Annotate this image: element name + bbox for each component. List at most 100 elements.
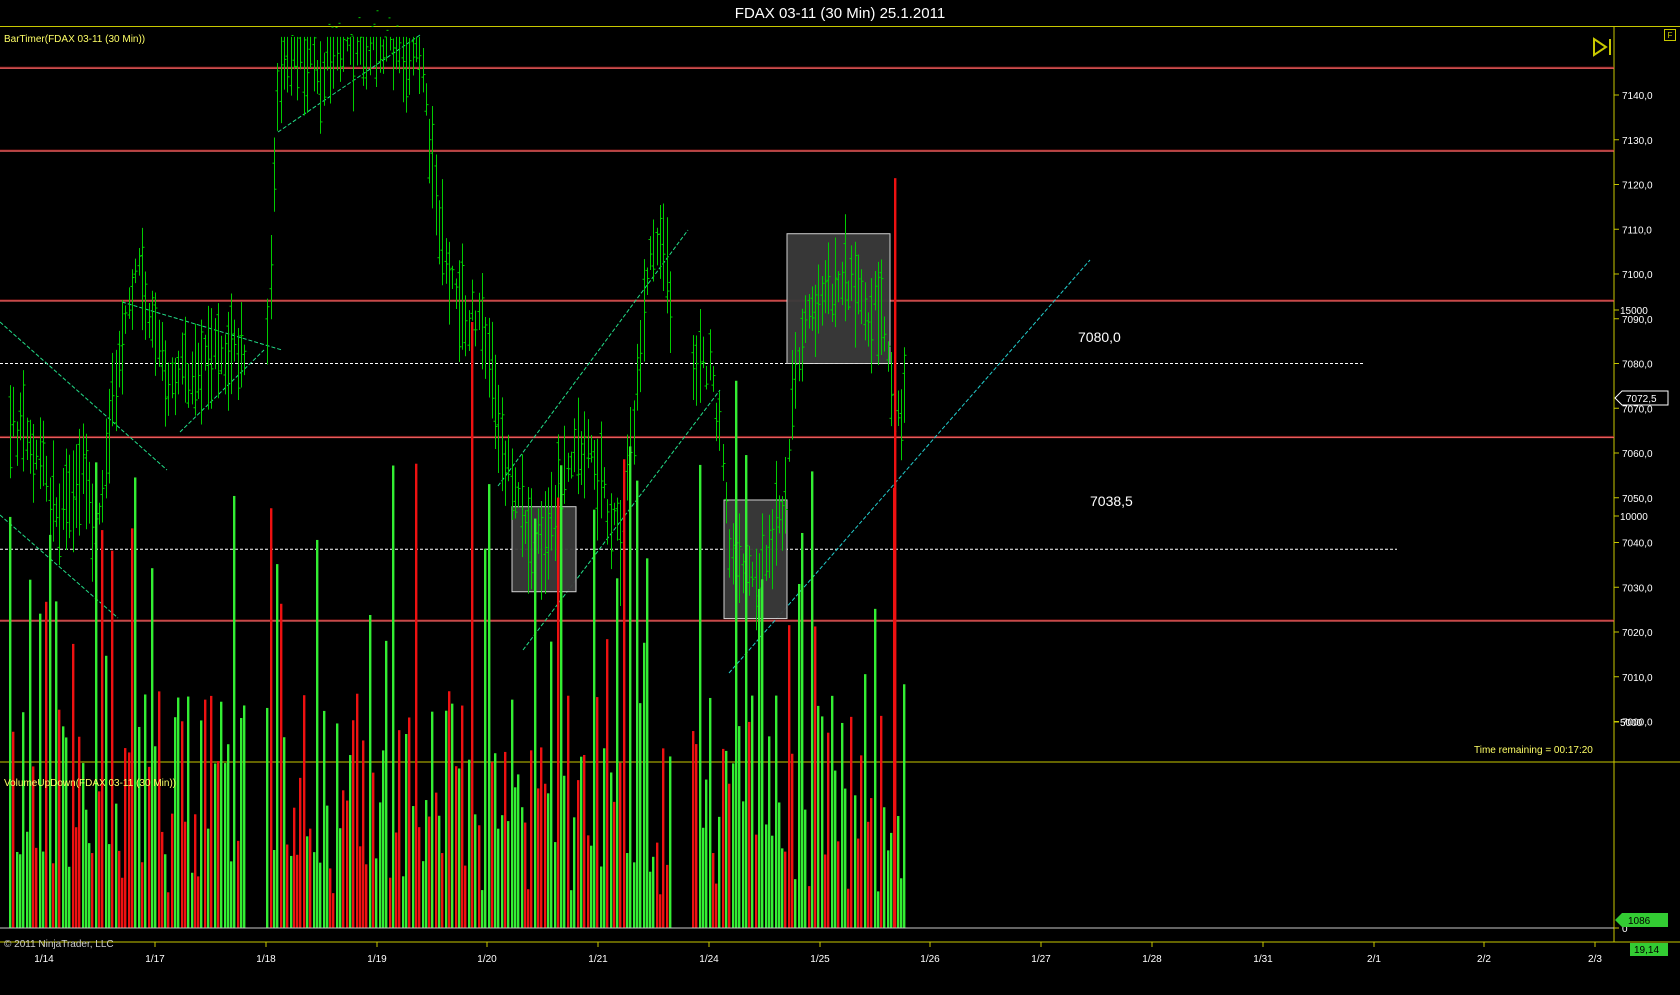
volume-bar [501,815,504,928]
volume-bar [497,828,500,928]
volume-bar [276,564,279,928]
volume-bar [877,891,880,928]
volume-tick-label: 15000 [1620,306,1648,317]
volume-bar [801,532,804,928]
volume-bar [342,790,345,928]
time-tick-label: 1/27 [1031,954,1051,965]
volume-bar [197,876,200,928]
volume-bar [745,455,748,928]
svg-text:7072,5: 7072,5 [1626,394,1657,405]
volume-bar [788,625,791,928]
volume-bar [732,763,735,928]
copyright-label: © 2011 NinjaTrader, LLC [4,939,114,950]
volume-bar [131,528,134,928]
volume-bar [649,871,652,928]
volume-bar [593,509,596,928]
volume-bar [451,703,454,928]
volume-bar [243,705,246,928]
volume-bar [402,876,405,928]
volume-bar [844,788,847,928]
volume-bar [352,720,355,928]
volume-bar [791,753,794,928]
volume-bar [577,780,580,928]
volume-bar [42,851,45,928]
time-tick-label: 2/3 [1588,954,1602,965]
volume-bar [864,674,867,928]
volume-bar [458,768,461,928]
volume-bar [39,613,42,928]
volume-bar [174,717,177,928]
volume-bar [98,791,101,928]
volume-bar [49,534,52,928]
volume-bar [639,703,642,928]
volume-bar [837,841,840,928]
volume-bar [389,877,392,928]
volume-bar [171,813,174,928]
time-tick-label: 1/20 [477,954,497,965]
volume-bar [435,792,438,928]
price-tick-label: 7030,0 [1622,583,1653,594]
volume-bar [521,807,524,928]
volume-bar [121,877,124,928]
volume-bar [323,710,326,928]
volume-bar [398,730,401,928]
volume-bar [26,831,29,928]
volume-bar [283,737,286,928]
volume-bar [441,853,444,928]
volume-panel[interactable] [0,762,1680,942]
volume-bar [32,766,35,928]
volume-bar [883,807,886,928]
volume-bar [557,497,560,928]
volume-bar [191,872,194,928]
volume-bar [346,800,349,928]
volume-bar [728,783,731,928]
volume-bar [95,462,98,928]
volume-bar [438,815,441,928]
volume-bar [356,693,359,928]
chart-canvas[interactable]: 7000,07010,07020,07030,07040,07050,07060… [0,0,1680,995]
annotation-zone [511,506,577,593]
volume-bar [504,751,507,928]
volume-bar [154,746,157,928]
f-button[interactable]: F [1664,29,1676,41]
price-panel[interactable] [0,27,1680,762]
volume-bar [362,740,365,928]
volume-bar [78,736,81,928]
volume-bar [867,821,870,928]
volume-bar [725,750,728,928]
volume-bar [656,842,659,928]
volume-bar [428,816,431,928]
volume-bar [758,589,761,928]
volume-bar [478,825,481,928]
volume-bar [659,894,662,928]
volume-bar [52,863,55,928]
bottom-tag: 19,14 [1630,943,1668,956]
volume-bar [12,731,15,928]
volume-bar [62,726,65,928]
volume-bar [880,715,883,928]
volume-bar [699,464,702,928]
volume-bar [382,750,385,928]
volume-bar [824,854,827,928]
volume-bar [897,816,900,928]
time-tick-label: 1/28 [1142,954,1162,965]
volume-bar [418,827,421,928]
volume-bar [870,798,873,928]
price-tick-label: 7130,0 [1622,136,1653,147]
volume-bar [233,495,236,928]
volume-tick-label: 10000 [1620,512,1648,523]
time-tick-label: 1/21 [588,954,608,965]
volume-bar [299,777,302,928]
volume-bar [821,716,824,928]
time-tick-label: 1/14 [34,954,54,965]
volume-bar [488,484,491,928]
volume-bar [280,603,283,928]
volume-bar [715,883,718,928]
volume-bar [596,697,599,928]
level-label-7038: 7038,5 [1090,493,1133,509]
volume-bar [319,862,322,928]
volume-bar [537,788,540,928]
time-tick-label: 1/17 [145,954,165,965]
volume-bar [408,717,411,928]
play-icon[interactable] [1592,36,1618,58]
